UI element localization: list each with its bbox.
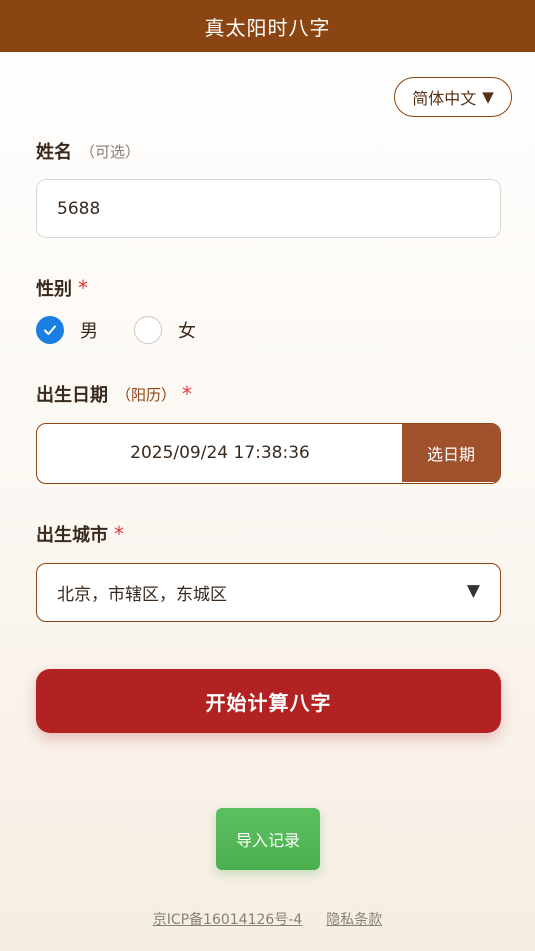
name-label-row: 姓名 （可选） [36,138,140,164]
birth-date-label-row: 出生日期 （阳历） * [36,381,192,407]
name-label: 姓名 [36,142,72,163]
birth-date-label: 出生日期 [36,385,108,406]
birth-city-label-row: 出生城市 * [36,521,124,547]
required-marker: * [114,522,124,546]
name-input-value: 5688 [57,198,101,219]
icp-link[interactable]: 京ICP备16014126号-4 [153,909,303,929]
name-input[interactable]: 5688 [36,179,501,238]
privacy-link[interactable]: 隐私条款 [326,909,382,929]
gender-radio-group: 男 女 [36,316,196,344]
birth-city-label: 出生城市 [36,525,108,546]
birth-date-field: 2025/09/24 17:38:36 选日期 [36,423,501,484]
birth-date-value[interactable]: 2025/09/24 17:38:36 [37,424,403,482]
pick-date-button[interactable]: 选日期 [402,424,500,482]
name-optional-hint: （可选） [80,142,141,161]
radio-empty-icon [134,316,162,344]
required-marker: * [182,382,193,406]
check-icon [36,316,64,344]
gender-radio-male[interactable]: 男 [36,316,98,344]
gender-label-row: 性别 * [36,275,88,301]
gender-female-label: 女 [178,321,196,342]
caret-down-icon: ▼ [482,88,494,106]
gender-radio-female[interactable]: 女 [134,316,196,344]
page-title: 真太阳时八字 [204,15,331,40]
language-label: 简体中文 [412,89,477,108]
start-calculation-button[interactable]: 开始计算八字 [36,669,501,733]
gender-label: 性别 [36,279,72,300]
birth-city-select[interactable]: 北京，市辖区，东城区 ▼ [36,563,501,622]
required-marker: * [78,276,88,300]
solar-calendar-hint: （阳历） [116,385,177,404]
language-selector[interactable]: 简体中文 ▼ [394,77,512,117]
footer: 京ICP备16014126号-4 隐私条款 [0,909,535,929]
import-records-button[interactable]: 导入记录 [216,808,320,870]
birth-city-value: 北京，市辖区，东城区 [57,585,227,605]
gender-male-label: 男 [80,321,98,342]
caret-down-icon: ▼ [466,581,480,601]
app-header: 真太阳时八字 [0,0,535,52]
